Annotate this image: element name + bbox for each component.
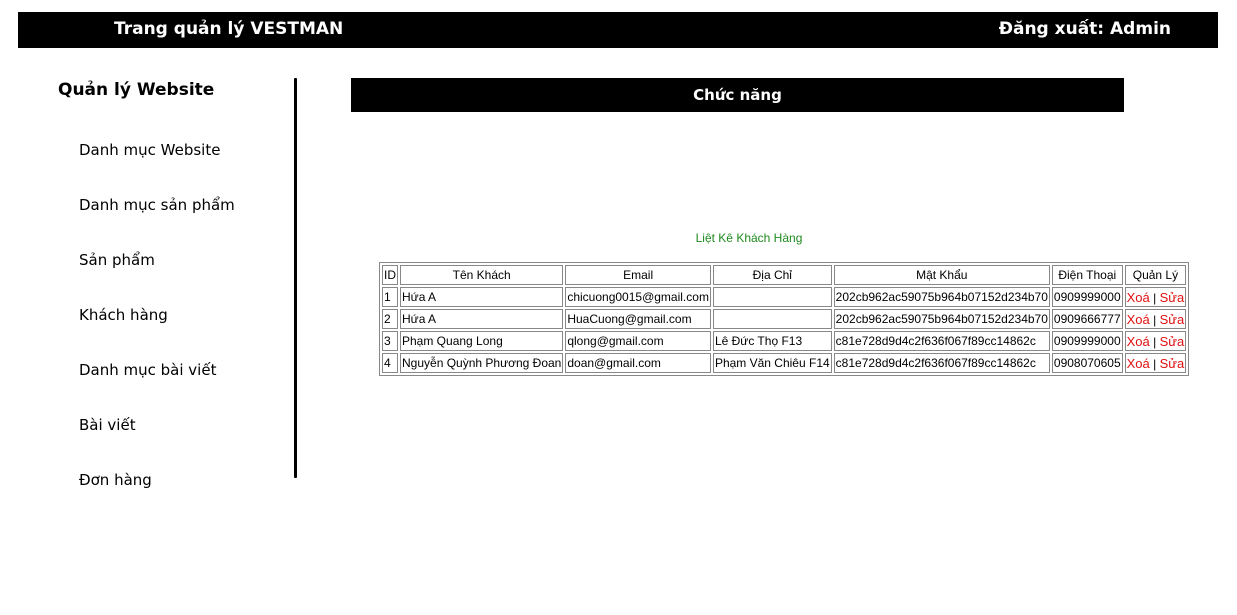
app-title: Trang quản lý VESTMAN: [114, 19, 344, 39]
action-separator: |: [1153, 312, 1157, 327]
sidebar-item-website-category[interactable]: Danh mục Website: [79, 141, 235, 196]
cell-email: chicuong0015@gmail.com: [565, 287, 711, 307]
column-header-name: Tên Khách: [400, 265, 564, 285]
cell-password: c81e728d9d4c2f636f067f89cc14862c: [833, 331, 1050, 351]
delete-link[interactable]: Xoá: [1127, 356, 1150, 371]
cell-id: 2: [382, 309, 398, 329]
cell-phone: 0909999000: [1051, 331, 1123, 351]
cell-password: c81e728d9d4c2f636f067f89cc14862c: [833, 353, 1050, 373]
cell-phone: 0909666777: [1051, 309, 1123, 329]
logout-link[interactable]: Đăng xuất: Admin: [999, 19, 1171, 39]
sidebar-item-customers[interactable]: Khách hàng: [79, 306, 235, 361]
cell-id: 4: [382, 353, 398, 373]
table-row: 1 Hứa A chicuong0015@gmail.com 202cb962a…: [382, 287, 1187, 307]
table-header-row: ID Tên Khách Email Địa Chỉ Mật Khẩu Điện…: [382, 265, 1187, 285]
edit-link[interactable]: Sửa: [1160, 290, 1185, 305]
cell-email: HuaCuong@gmail.com: [565, 309, 711, 329]
column-header-manage: Quản Lý: [1124, 265, 1187, 285]
action-separator: |: [1153, 334, 1157, 349]
table-row: 3 Phạm Quang Long qlong@gmail.com Lê Đức…: [382, 331, 1187, 351]
action-separator: |: [1153, 290, 1157, 305]
cell-id: 1: [382, 287, 398, 307]
delete-link[interactable]: Xoá: [1127, 312, 1150, 327]
sidebar-item-orders[interactable]: Đơn hàng: [79, 471, 235, 526]
cell-address: Phạm Văn Chiêu F14: [712, 353, 832, 373]
column-header-id: ID: [382, 265, 398, 285]
sidebar-menu: Danh mục Website Danh mục sản phẩm Sản p…: [79, 141, 235, 526]
table-row: 4 Nguyễn Quỳnh Phương Đoan doan@gmail.co…: [382, 353, 1187, 373]
cell-actions: Xoá | Sửa: [1124, 287, 1187, 307]
sidebar-item-product-category[interactable]: Danh mục sản phẩm: [79, 196, 235, 251]
delete-link[interactable]: Xoá: [1127, 290, 1150, 305]
table-title: Liệt Kê Khách Hàng: [695, 231, 803, 245]
action-separator: |: [1153, 356, 1157, 371]
column-header-password: Mật Khẩu: [833, 265, 1050, 285]
cell-address: [712, 287, 832, 307]
cell-email: doan@gmail.com: [565, 353, 711, 373]
cell-phone: 0908070605: [1051, 353, 1123, 373]
cell-name: Nguyễn Quỳnh Phương Đoan: [400, 353, 564, 373]
cell-password: 202cb962ac59075b964b07152d234b70: [833, 309, 1050, 329]
sidebar-item-products[interactable]: Sản phẩm: [79, 251, 235, 306]
cell-name: Hứa A: [400, 287, 564, 307]
cell-password: 202cb962ac59075b964b07152d234b70: [833, 287, 1050, 307]
cell-address: Lê Đức Thọ F13: [712, 331, 832, 351]
edit-link[interactable]: Sửa: [1160, 334, 1185, 349]
top-bar: Trang quản lý VESTMAN Đăng xuất: Admin: [18, 12, 1218, 48]
cell-name: Hứa A: [400, 309, 564, 329]
delete-link[interactable]: Xoá: [1127, 334, 1150, 349]
column-header-address: Địa Chỉ: [712, 265, 832, 285]
cell-email: qlong@gmail.com: [565, 331, 711, 351]
edit-link[interactable]: Sửa: [1160, 356, 1185, 371]
sidebar-item-post-category[interactable]: Danh mục bài viết: [79, 361, 235, 416]
sidebar-item-posts[interactable]: Bài viết: [79, 416, 235, 471]
cell-actions: Xoá | Sửa: [1124, 309, 1187, 329]
section-title: Chức năng: [351, 78, 1124, 112]
column-header-email: Email: [565, 265, 711, 285]
customer-table: ID Tên Khách Email Địa Chỉ Mật Khẩu Điện…: [379, 262, 1190, 376]
sidebar-heading: Quản lý Website: [58, 80, 215, 100]
edit-link[interactable]: Sửa: [1160, 312, 1185, 327]
cell-id: 3: [382, 331, 398, 351]
cell-address: [712, 309, 832, 329]
cell-actions: Xoá | Sửa: [1124, 353, 1187, 373]
cell-name: Phạm Quang Long: [400, 331, 564, 351]
sidebar-divider: [294, 78, 297, 478]
cell-phone: 0909999000: [1051, 287, 1123, 307]
table-row: 2 Hứa A HuaCuong@gmail.com 202cb962ac590…: [382, 309, 1187, 329]
column-header-phone: Điện Thoại: [1051, 265, 1123, 285]
cell-actions: Xoá | Sửa: [1124, 331, 1187, 351]
